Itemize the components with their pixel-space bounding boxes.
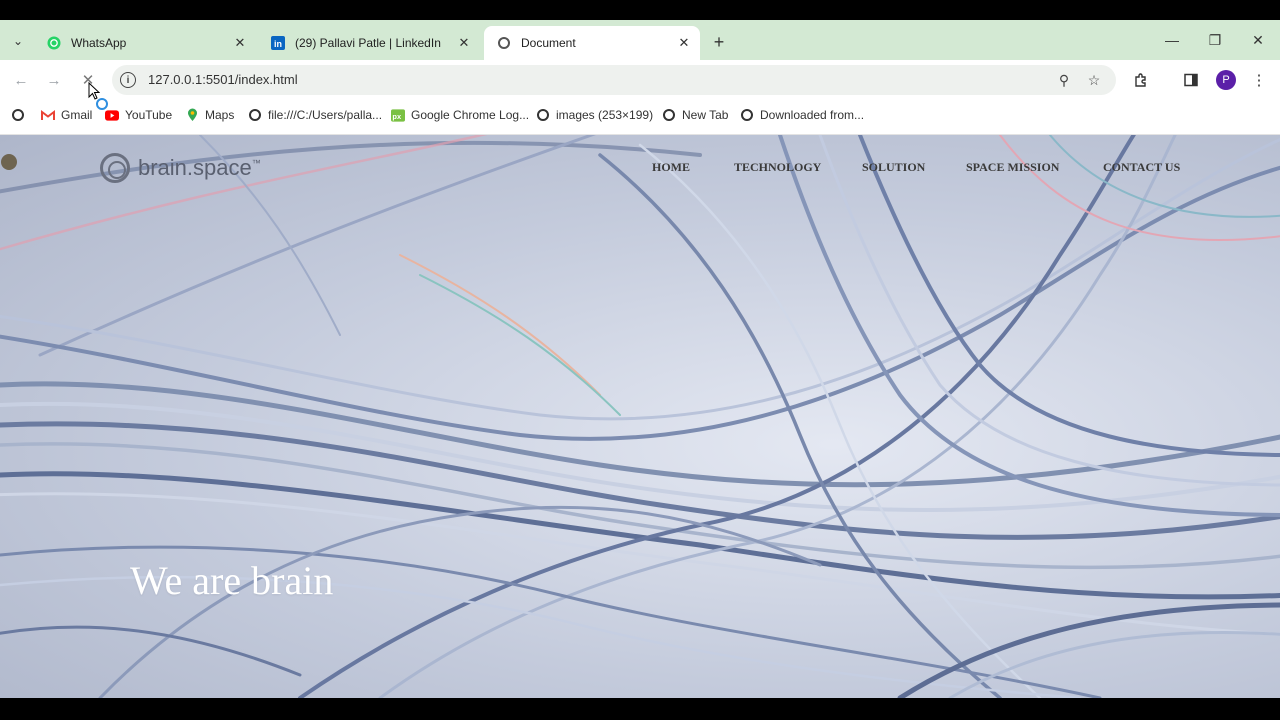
globe-icon xyxy=(536,108,550,122)
restore-button[interactable]: ❐ xyxy=(1200,28,1230,52)
nav-space-mission[interactable]: SPACE MISSION xyxy=(966,160,1059,175)
new-tab-button[interactable]: + xyxy=(707,30,731,54)
browser-window: ⌄ WhatsApp ✕ in (29) Pallavi Patle | Lin… xyxy=(0,20,1280,698)
arrow-right-icon: → xyxy=(46,71,62,89)
bookmark-new-tab[interactable]: New Tab xyxy=(662,108,728,122)
globe-icon xyxy=(248,108,262,122)
extensions-button[interactable] xyxy=(1130,69,1152,91)
restore-icon: ❐ xyxy=(1208,31,1222,48)
bookmark-maps[interactable]: Maps xyxy=(185,108,234,122)
side-panel-button[interactable] xyxy=(1180,69,1202,91)
close-window-button[interactable]: ✕ xyxy=(1243,28,1273,52)
close-icon: ✕ xyxy=(1252,31,1264,48)
globe-icon xyxy=(496,35,512,51)
nav-home[interactable]: HOME xyxy=(652,160,690,175)
svg-text:px: px xyxy=(392,111,402,120)
nav-solution[interactable]: SOLUTION xyxy=(862,160,925,175)
minimize-icon: — xyxy=(1165,32,1179,48)
close-icon[interactable]: ✕ xyxy=(454,33,474,53)
loading-indicator-dot xyxy=(1,154,17,170)
side-panel-icon xyxy=(1184,73,1198,87)
bookmark-downloaded[interactable]: Downloaded from... xyxy=(740,108,864,122)
close-icon[interactable]: ✕ xyxy=(230,33,250,53)
pixlr-icon: px xyxy=(391,108,405,122)
bookmark-gmail[interactable]: Gmail xyxy=(41,108,92,122)
maps-icon xyxy=(185,108,199,122)
page-viewport: brain.space ™ HOME TECHNOLOGY SOLUTION S… xyxy=(0,135,1280,698)
bookmark-item[interactable] xyxy=(11,108,31,122)
close-icon[interactable]: ✕ xyxy=(674,33,694,53)
address-bar[interactable]: i 127.0.0.1:5501/index.html ⚲ ☆ xyxy=(112,65,1116,95)
puzzle-icon xyxy=(1135,73,1146,87)
toolbar: ← → ✕ i 127.0.0.1:5501/index.html ⚲ ☆ P … xyxy=(0,60,1280,100)
tab-linkedin[interactable]: in (29) Pallavi Patle | LinkedIn ✕ xyxy=(258,26,480,60)
bookmark-file[interactable]: file:///C:/Users/palla... xyxy=(248,108,382,122)
mouse-cursor-icon xyxy=(88,82,100,100)
globe-icon xyxy=(662,108,676,122)
linkedin-icon: in xyxy=(270,35,286,51)
globe-icon xyxy=(740,108,754,122)
tab-title: (29) Pallavi Patle | LinkedIn xyxy=(295,36,441,50)
bookmark-chrome-log[interactable]: px Google Chrome Log... xyxy=(391,108,529,122)
whatsapp-icon xyxy=(46,35,62,51)
url-text: 127.0.0.1:5501/index.html xyxy=(148,72,298,87)
brain-logo-icon xyxy=(100,153,130,183)
tab-title: WhatsApp xyxy=(71,36,127,50)
back-button[interactable]: ← xyxy=(9,68,33,92)
profile-avatar[interactable]: P xyxy=(1216,70,1236,90)
svg-text:in: in xyxy=(274,39,282,49)
nav-contact-us[interactable]: CONTACT US xyxy=(1103,160,1180,175)
youtube-icon xyxy=(105,108,119,122)
hero-background-image xyxy=(0,135,1280,698)
bookmark-images[interactable]: images (253×199) xyxy=(536,108,653,122)
kebab-menu-icon: ⋮ xyxy=(1251,72,1267,89)
hero-heading: We are brain xyxy=(130,558,334,603)
tab-strip: ⌄ WhatsApp ✕ in (29) Pallavi Patle | Lin… xyxy=(0,20,1280,60)
menu-button[interactable]: ⋮ xyxy=(1248,69,1270,91)
bookmark-youtube[interactable]: YouTube xyxy=(105,108,172,122)
chevron-down-icon: ⌄ xyxy=(12,34,24,48)
bookmarks-bar: Gmail YouTube Maps file:///C:/Users/pall… xyxy=(0,100,1280,135)
arrow-left-icon: ← xyxy=(13,71,29,89)
forward-button[interactable]: → xyxy=(42,68,66,92)
globe-icon xyxy=(11,108,25,122)
bookmark-star-icon[interactable]: ☆ xyxy=(1084,71,1104,89)
tab-document[interactable]: Document ✕ xyxy=(484,26,700,60)
minimize-button[interactable]: — xyxy=(1157,28,1187,52)
nav-technology[interactable]: TECHNOLOGY xyxy=(734,160,821,175)
tab-title: Document xyxy=(521,36,576,50)
tab-search-button[interactable]: ⌄ xyxy=(6,29,30,53)
plus-icon: + xyxy=(713,31,725,52)
tab-whatsapp[interactable]: WhatsApp ✕ xyxy=(34,26,256,60)
site-logo[interactable]: brain.space ™ xyxy=(100,153,261,183)
gmail-icon xyxy=(41,108,55,122)
site-info-icon[interactable]: i xyxy=(120,72,136,88)
zoom-icon[interactable]: ⚲ xyxy=(1054,71,1074,89)
